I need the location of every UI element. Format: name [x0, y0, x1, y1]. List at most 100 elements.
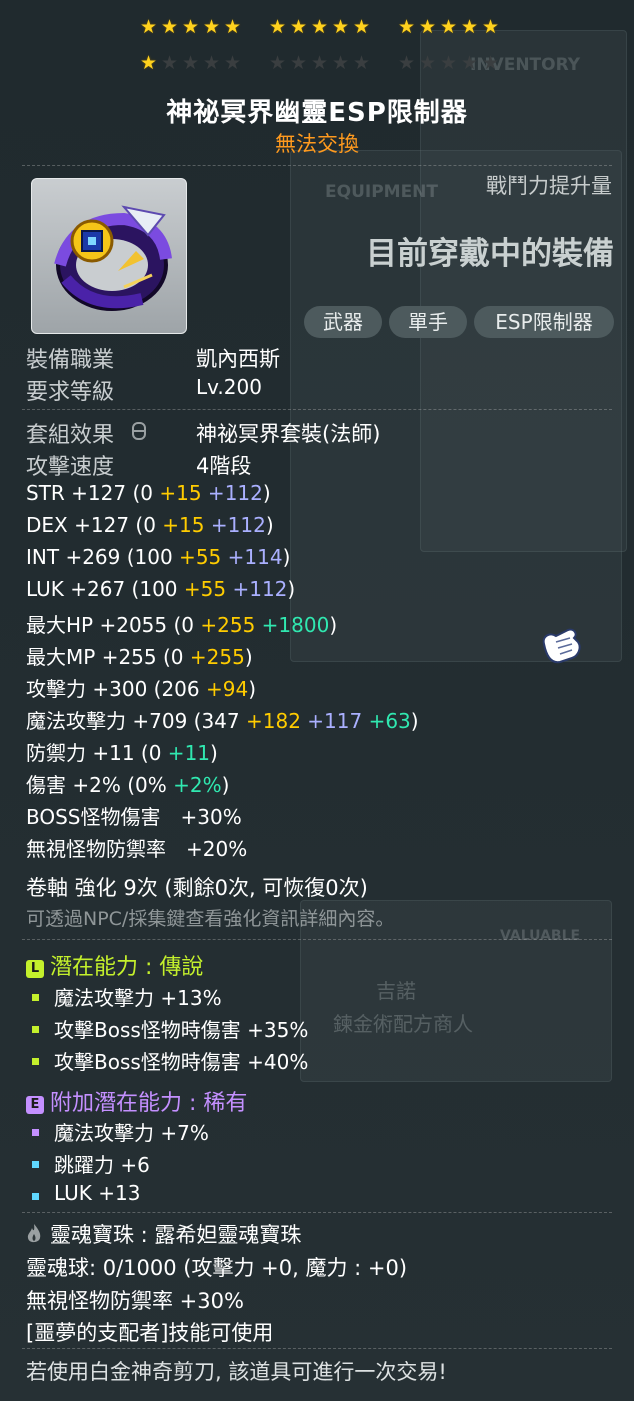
divider — [22, 1348, 612, 1349]
stat-row: 攻擊力 +300 (206 +94) — [26, 673, 256, 702]
star-empty-icon: ★ — [202, 52, 221, 74]
stat-row: 魔法攻擊力 +709 (347 +182 +117 +63) — [26, 705, 419, 734]
star-filled-icon: ★ — [310, 16, 329, 38]
stat-flame: +255 — [194, 613, 256, 637]
stat-close: ) — [282, 545, 291, 569]
bg-npc-name: 吉諾 — [376, 979, 416, 1003]
star-empty-icon: ★ — [289, 52, 308, 74]
starforce-row-1: ★ ★ ★ ★ ★ ★ ★ ★ ★ ★ ★ ★ ★ ★ ★ — [138, 16, 525, 38]
bullet-icon — [32, 1161, 39, 1168]
ignore-defense-row: 無視怪物防禦率 +20% — [26, 837, 248, 861]
potential-title: L 潛在能力 : 傳說 — [26, 949, 203, 981]
item-icon-frame — [31, 178, 187, 334]
bullet-icon — [32, 1026, 39, 1033]
stat-name: 傷害 — [26, 773, 73, 797]
stat-total: +2% (0% — [72, 773, 167, 797]
divider — [22, 409, 612, 410]
divider — [22, 1212, 612, 1213]
star-empty-icon: ★ — [397, 52, 416, 74]
soul-skill: [噩夢的支配者]技能可使用 — [26, 1321, 274, 1345]
stat-extra: +117 — [300, 709, 363, 733]
star-group: ★ ★ ★ ★ ★ — [396, 16, 501, 38]
star-empty-icon: ★ — [268, 52, 287, 74]
lock-icon[interactable] — [131, 421, 147, 441]
stat-row: DEX +127 (0 +15 +112) — [26, 513, 274, 537]
stat-row: 防禦力 +11 (0 +11) — [26, 737, 218, 766]
star-filled-icon: ★ — [439, 16, 458, 38]
potential-line: 魔法攻擊力 +13% — [54, 986, 222, 1010]
stat-name: 魔法攻擊力 — [26, 709, 133, 733]
star-empty-icon: ★ — [181, 52, 200, 74]
esp-limiter-icon — [54, 205, 172, 311]
bonus-potential-title: E 附加潛在能力 : 稀有 — [26, 1085, 247, 1117]
star-filled-icon: ★ — [268, 16, 287, 38]
boss-damage-row: BOSS怪物傷害 +30% — [26, 805, 242, 829]
star-filled-icon: ★ — [181, 16, 200, 38]
level-label: 要求等級 — [26, 380, 115, 405]
soul-option: 無視怪物防禦率 +30% — [26, 1289, 244, 1313]
star-empty-icon: ★ — [352, 52, 371, 74]
stat-flame: +255 — [183, 645, 245, 669]
trade-status: 無法交換 — [275, 132, 359, 156]
star-group: ★ ★ ★ ★ ★ — [138, 16, 243, 38]
stat-total: +255 (0 — [101, 645, 184, 669]
bg-valuable-label: VALUABLE — [500, 928, 581, 944]
level-value: Lv.200 — [196, 375, 262, 399]
stat-total: +300 (206 — [92, 677, 200, 701]
star-empty-icon: ★ — [160, 52, 179, 74]
item-tooltip: EQUIPMENT INVENTORY VALUABLE 吉諾 鍊金術配方商人 … — [0, 0, 634, 1401]
stat-close: ) — [329, 613, 338, 637]
bullet-icon — [32, 1193, 39, 1200]
star-filled-icon: ★ — [202, 16, 221, 38]
bg-equipment-label: EQUIPMENT — [325, 182, 439, 202]
divider — [22, 165, 612, 166]
stat-close: ) — [221, 773, 230, 797]
tag-esp-limiter: ESP限制器 — [474, 306, 614, 338]
stat-close: ) — [287, 577, 296, 601]
potential-line: 攻擊Boss怪物時傷害 +35% — [54, 1018, 309, 1042]
star-filled-icon: ★ — [289, 16, 308, 38]
stat-name: STR — [26, 481, 72, 505]
attack-speed-label: 攻擊速度 — [26, 455, 115, 480]
stat-extra: +114 — [221, 545, 283, 569]
potential-title-text: 潛在能力 : 傳說 — [50, 955, 204, 980]
star-empty-icon: ★ — [439, 52, 458, 74]
stat-total: +267 (100 — [70, 577, 178, 601]
currently-equipped-label: 目前穿戴中的裝備 — [366, 236, 614, 272]
legendary-badge-icon: L — [26, 960, 44, 978]
stat-name: INT — [26, 545, 66, 569]
soul-title: 靈魂寶珠 : 露希妲靈魂寶珠 — [50, 1223, 302, 1247]
star-filled-icon: ★ — [139, 52, 158, 74]
star-filled-icon: ★ — [352, 16, 371, 38]
stat-extra: +11 — [161, 741, 211, 765]
set-effect-label: 套組效果 — [26, 423, 115, 448]
star-filled-icon: ★ — [331, 16, 350, 38]
combat-power-gain-label: 戰鬥力提升量 — [486, 174, 612, 198]
stat-close: ) — [262, 481, 271, 505]
stat-total: +127 (0 — [74, 513, 156, 537]
stat-close: ) — [248, 677, 257, 701]
potential-line: 攻擊Boss怪物時傷害 +40% — [54, 1050, 309, 1074]
scroll-upgrade-row: 卷軸 強化 9次 (剩餘0次, 可恢復0次) — [26, 876, 368, 900]
stat-extra: +112 — [226, 577, 288, 601]
stat-row: INT +269 (100 +55 +114) — [26, 545, 290, 569]
stat-close: ) — [210, 741, 218, 765]
stat-name: 攻擊力 — [26, 677, 93, 701]
star-filled-icon: ★ — [160, 16, 179, 38]
set-effect-value: 神祕冥界套裝(法師) — [196, 422, 381, 446]
star-empty-icon: ★ — [481, 52, 500, 74]
stat-flame: +55 — [172, 545, 222, 569]
item-name: 神祕冥界幽靈ESP限制器 — [166, 98, 468, 128]
star-empty-icon: ★ — [418, 52, 437, 74]
stat-extra: +112 — [204, 513, 266, 537]
stat-row: 傷害 +2% (0% +2%) — [26, 769, 229, 798]
stat-total: +11 (0 — [92, 741, 162, 765]
divider — [22, 939, 612, 940]
stat-extra: +2% — [166, 773, 222, 797]
star-empty-icon: ★ — [331, 52, 350, 74]
bullet-icon — [32, 994, 39, 1001]
bullet-icon — [32, 1129, 39, 1136]
attack-speed-value: 4階段 — [196, 454, 252, 478]
stat-flame: +15 — [153, 481, 202, 505]
tag-weapon: 武器 — [304, 306, 382, 338]
